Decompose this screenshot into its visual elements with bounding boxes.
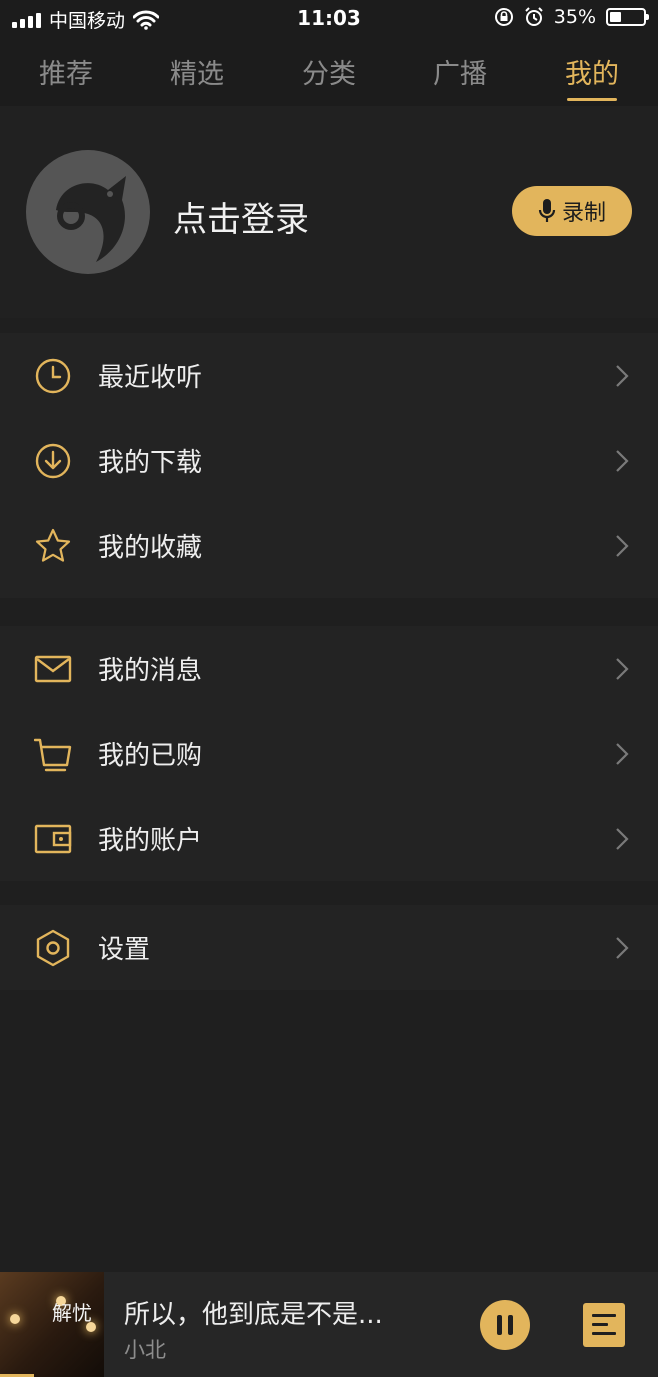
menu-label: 我的消息: [98, 656, 203, 686]
chevron-right-icon: [616, 828, 629, 850]
record-button[interactable]: 录制: [512, 186, 632, 236]
pause-icon: [508, 1315, 513, 1335]
microphone-icon: [538, 199, 556, 222]
download-icon: [35, 443, 71, 479]
cart-icon: [34, 738, 72, 772]
menu-label: 我的已购: [98, 741, 203, 771]
list-icon: [592, 1332, 616, 1335]
artist-name: 小北: [124, 1338, 166, 1362]
menu-group-listening: 最近收听 我的下载 我的收藏: [0, 333, 658, 598]
wallet-icon: [34, 824, 72, 854]
pause-button[interactable]: [480, 1300, 530, 1350]
status-bar: 中国移动 11:03 35%: [0, 0, 658, 36]
menu-item-settings[interactable]: 设置: [0, 905, 658, 990]
top-tab-bar: 推荐 精选 分类 广播 我的: [0, 36, 658, 106]
profile-header: 点击登录 录制: [0, 106, 658, 318]
mail-icon: [34, 655, 72, 683]
menu-label: 我的下载: [98, 448, 203, 478]
pause-icon: [497, 1315, 502, 1335]
cover-lamp: [10, 1314, 20, 1324]
clock-icon: [35, 358, 71, 394]
chevron-right-icon: [616, 365, 629, 387]
chevron-right-icon: [616, 658, 629, 680]
avatar[interactable]: [26, 150, 150, 274]
song-title: 所以，他到底是不是...: [124, 1300, 383, 1330]
battery-icon: [606, 8, 649, 26]
mini-player[interactable]: 解忧 所以，他到底是不是... 小北: [0, 1272, 658, 1377]
cover-title: 解忧: [52, 1301, 92, 1325]
alarm-icon: [525, 7, 543, 26]
chevron-right-icon: [616, 450, 629, 472]
settings-icon: [36, 929, 70, 967]
menu-item-purchased[interactable]: 我的已购: [0, 711, 658, 796]
login-link[interactable]: 点击登录: [173, 192, 309, 241]
menu-label: 设置: [98, 935, 151, 965]
tab-label: 我的: [565, 59, 619, 90]
album-cover[interactable]: 解忧: [0, 1272, 104, 1377]
playlist-button[interactable]: [583, 1303, 625, 1347]
tab-mine[interactable]: 我的: [547, 52, 637, 101]
menu-group-account: 我的消息 我的已购 我的账户: [0, 626, 658, 881]
tab-radio[interactable]: 广播: [415, 52, 505, 91]
record-label: 录制: [561, 201, 606, 226]
tab-category[interactable]: 分类: [284, 52, 374, 91]
menu-item-recent[interactable]: 最近收听: [0, 333, 658, 418]
tab-featured[interactable]: 精选: [152, 52, 242, 91]
list-icon: [592, 1314, 616, 1317]
status-right: 35%: [494, 6, 649, 28]
tab-recommend[interactable]: 推荐: [21, 52, 111, 91]
menu-group-settings: 设置: [0, 905, 658, 990]
menu-label: 我的收藏: [98, 533, 203, 563]
battery-fill: [610, 12, 621, 22]
active-tab-indicator: [567, 98, 617, 101]
chevron-right-icon: [616, 535, 629, 557]
menu-item-favorites[interactable]: 我的收藏: [0, 503, 658, 588]
menu-label: 最近收听: [98, 363, 203, 393]
menu-item-wallet[interactable]: 我的账户: [0, 796, 658, 881]
chevron-right-icon: [616, 937, 629, 959]
tab-label: 推荐: [39, 59, 93, 90]
menu-label: 我的账户: [98, 826, 203, 856]
list-icon: [592, 1323, 608, 1326]
star-icon: [35, 528, 71, 562]
battery-percent: 35%: [553, 6, 596, 28]
tab-label: 精选: [170, 59, 224, 90]
rotation-lock-icon: [494, 8, 513, 26]
menu-item-downloads[interactable]: 我的下载: [0, 418, 658, 503]
chevron-right-icon: [616, 743, 629, 765]
tab-label: 广播: [433, 59, 487, 90]
menu-item-messages[interactable]: 我的消息: [0, 626, 658, 711]
tab-label: 分类: [302, 59, 356, 90]
